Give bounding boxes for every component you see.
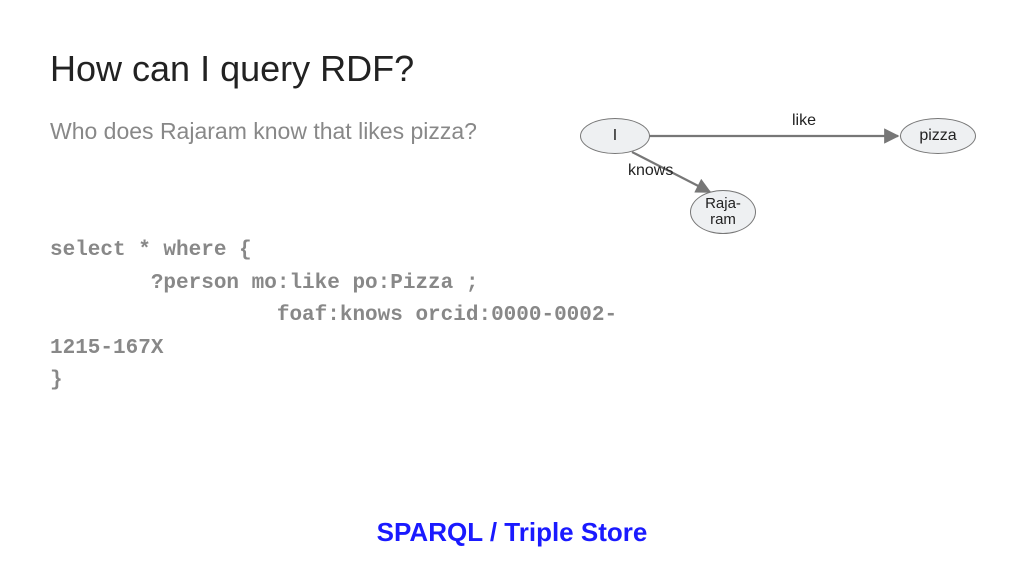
rdf-graph: I pizza Raja- ram like knows	[570, 110, 990, 270]
node-pizza: pizza	[900, 118, 976, 154]
slide-footer: SPARQL / Triple Store	[0, 517, 1024, 548]
node-i: I	[580, 118, 650, 154]
edge-label-knows: knows	[628, 162, 673, 180]
slide-title: How can I query RDF?	[50, 48, 974, 90]
slide: How can I query RDF? Who does Rajaram kn…	[0, 0, 1024, 576]
node-rajaram: Raja- ram	[690, 190, 756, 234]
edge-label-like: like	[792, 112, 816, 130]
